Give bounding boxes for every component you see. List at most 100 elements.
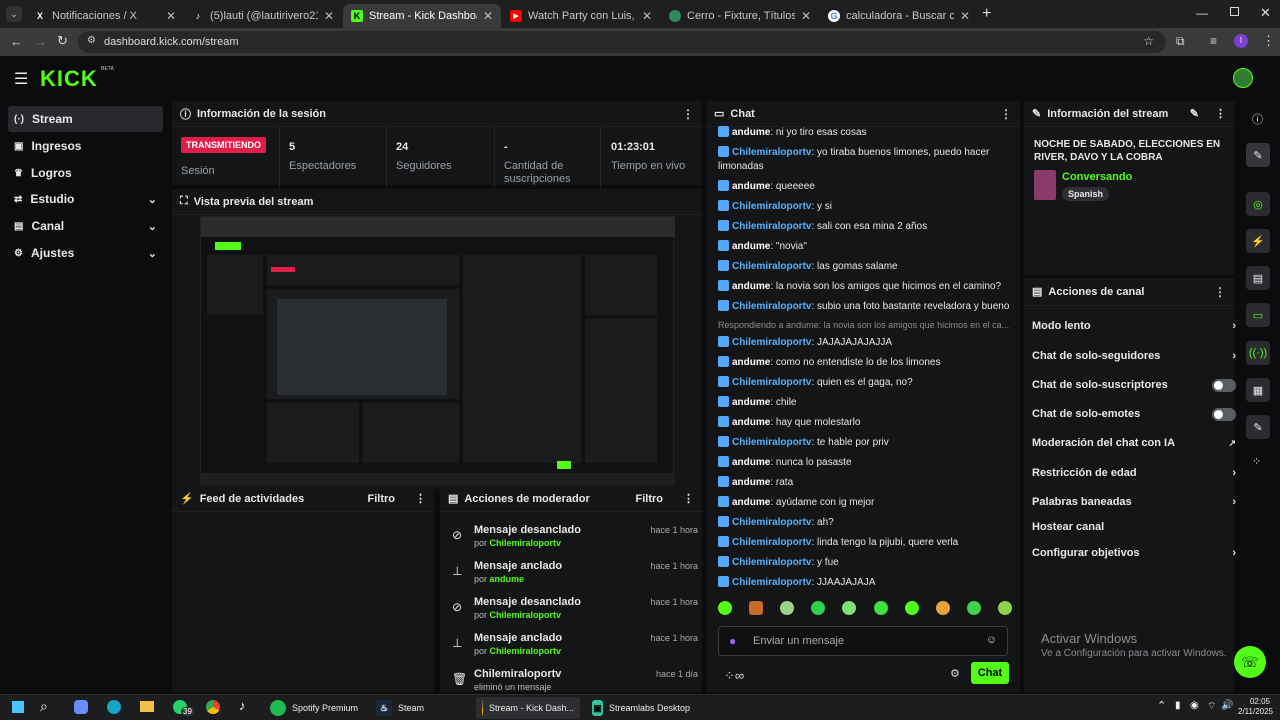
clock[interactable]: 02:05 2/11/2025 (1238, 697, 1273, 717)
chat-username[interactable]: Chilemiraloportv (732, 201, 811, 212)
emote-icon[interactable] (718, 601, 732, 615)
support-chat-button[interactable]: ☏ (1234, 646, 1266, 678)
more-options-icon[interactable]: ⋮ (682, 107, 694, 121)
edit-icon[interactable]: ✎ (1190, 107, 1199, 120)
microphone-icon[interactable]: ● (729, 634, 736, 648)
chat-username[interactable]: andume (732, 477, 770, 488)
chat-username[interactable]: andume (732, 181, 770, 192)
camera-icon[interactable]: ◎ (1246, 192, 1270, 216)
tab-tiktok[interactable]: ♪ (5)lauti (@lautirivero21) | TikTok ✕ (184, 4, 342, 28)
network-icon[interactable]: ◉ (1190, 700, 1199, 711)
chat-username[interactable]: andume (732, 497, 770, 508)
chat-username[interactable]: Chilemiraloportv (732, 261, 811, 272)
chat-username[interactable]: Chilemiraloportv (732, 577, 811, 588)
close-tab-icon[interactable]: ✕ (960, 9, 970, 23)
chat-settings-icon[interactable]: ⚙ (950, 667, 960, 680)
taskbar-app-spotify[interactable]: Spotify Premium (264, 697, 364, 719)
chat-username[interactable]: andume (732, 127, 770, 138)
emotes-only-toggle[interactable] (1212, 407, 1236, 421)
category-name[interactable]: Conversando (1062, 171, 1132, 183)
tab-search-button[interactable]: ⌄ (6, 6, 22, 22)
search-icon[interactable]: ⌕ (40, 698, 48, 715)
chat-username[interactable]: Chilemiraloportv (732, 337, 811, 348)
chat-bubble-icon[interactable]: ▭ (1246, 303, 1270, 327)
stream-video[interactable] (200, 216, 675, 485)
wrench-icon[interactable]: ✎ (1246, 415, 1270, 439)
emote-icon[interactable] (997, 601, 1012, 615)
site-info-icon[interactable]: ⚙ (87, 35, 96, 46)
taskbar-app-kick-dashboard[interactable]: Stream - Kick Dash... (476, 697, 580, 719)
taskbar-app-streamlabs[interactable]: ▣ Streamlabs Desktop (586, 697, 696, 719)
back-icon[interactable]: ← (10, 34, 23, 49)
mod-action-row[interactable]: ⊥ Mensaje anclado por andume hace 1 hora (448, 560, 698, 596)
chat-username[interactable]: Chilemiraloportv (732, 147, 811, 158)
mod-action-row[interactable]: ⊘ Mensaje desanclado por Chilemiraloport… (448, 596, 698, 632)
emote-icon[interactable] (935, 601, 950, 615)
minimize-icon[interactable]: — (1196, 6, 1208, 20)
tab-cerro[interactable]: Cerro - Fixture, Títulos y Plantel ✕ (661, 4, 819, 28)
filter-button[interactable]: Filtro (636, 493, 664, 505)
broadcast-icon[interactable]: ((·)) (1246, 341, 1270, 365)
chat-username[interactable]: andume (732, 457, 770, 468)
tab-notifications-x[interactable]: X Notificaciones / X ✕ (26, 4, 184, 28)
chat-send-button[interactable]: Chat (971, 662, 1009, 684)
tab-google-calculadora[interactable]: G calculadora - Buscar con Google ✕ (820, 4, 978, 28)
chrome-icon[interactable] (206, 700, 220, 714)
more-options-icon[interactable]: ⋮ (415, 492, 426, 505)
action-user[interactable]: andume (490, 574, 525, 584)
emote-icon[interactable] (811, 601, 826, 615)
action-followers-only[interactable]: Chat de solo-seguidores › (1032, 345, 1236, 367)
forward-icon[interactable]: → (34, 34, 47, 49)
chat-username[interactable]: Chilemiraloportv (732, 537, 811, 548)
close-window-icon[interactable]: ✕ (1260, 5, 1271, 21)
edit-stream-button[interactable]: ✎ (1246, 143, 1270, 167)
chat-username[interactable]: andume (732, 357, 770, 368)
volume-icon[interactable]: 🔊 (1221, 700, 1233, 711)
taskbar-app-steam[interactable]: ♨ Steam (370, 697, 470, 719)
windows-start-icon[interactable] (12, 701, 24, 713)
bookmark-star-icon[interactable]: ☆ (1143, 34, 1154, 48)
sidebar-item-ingresos[interactable]: ▣ Ingresos (8, 133, 163, 159)
emoji-picker-icon[interactable]: ☺ (986, 634, 997, 646)
info-icon[interactable]: ⓘ (1252, 111, 1263, 127)
chat-username[interactable]: Chilemiraloportv (732, 221, 811, 232)
close-tab-icon[interactable]: ✕ (324, 9, 334, 23)
action-user[interactable]: Chilemiraloportv (490, 538, 562, 548)
more-options-icon[interactable]: ⋮ (683, 492, 694, 505)
mod-action-row[interactable]: ⊘ Mensaje desanclado por Chilemiraloport… (448, 524, 698, 560)
user-avatar[interactable] (1233, 68, 1253, 88)
close-tab-icon[interactable]: ✕ (801, 9, 811, 23)
subscribers-only-toggle[interactable] (1212, 378, 1236, 392)
media-icon[interactable]: ≡ (1210, 34, 1217, 48)
tab-kick-dashboard[interactable]: K Stream - Kick Dashboard ✕ (343, 4, 501, 28)
reload-icon[interactable]: ↻ (57, 33, 68, 49)
emote-icon[interactable] (842, 601, 857, 615)
infinity-icon[interactable]: ⁘∞ (724, 668, 744, 684)
close-tab-icon[interactable]: ✕ (642, 9, 652, 23)
action-ai-moderation[interactable]: Moderación del chat con IA ↗ (1032, 432, 1236, 454)
action-user[interactable]: Chilemiraloportv (490, 646, 562, 656)
more-options-icon[interactable]: ⋮ (1000, 107, 1012, 121)
chat-username[interactable]: Chilemiraloportv (732, 437, 811, 448)
edge-icon[interactable] (107, 700, 121, 714)
chat-username[interactable]: Chilemiraloportv (732, 377, 811, 388)
emote-icon[interactable] (780, 601, 795, 615)
browser-menu-icon[interactable]: ⋮ (1262, 33, 1275, 49)
dots-icon[interactable]: ⁘ (1252, 455, 1261, 468)
chat-username[interactable]: Chilemiraloportv (732, 517, 811, 528)
action-slow-mode[interactable]: Modo lento › (1032, 315, 1236, 337)
tiktok-icon[interactable]: ♪ (239, 698, 246, 713)
filter-button[interactable]: Filtro (368, 493, 396, 505)
sidebar-item-estudio[interactable]: ⇄ Estudio ⌄ (8, 186, 163, 212)
wifi-icon[interactable]: ⌔ (1207, 700, 1216, 713)
action-host-channel[interactable]: Hostear canal (1032, 516, 1236, 538)
mod-action-row[interactable]: 🗑 Chilemiraloportv eliminó un mensaje ha… (448, 668, 698, 692)
mod-action-row[interactable]: ⊥ Mensaje anclado por Chilemiraloportv h… (448, 632, 698, 668)
layout-icon[interactable]: ▦ (1246, 378, 1270, 402)
sidebar-item-canal[interactable]: ▤ Canal ⌄ (8, 213, 163, 239)
lightning-icon[interactable]: ⚡ (1246, 229, 1270, 253)
more-options-icon[interactable]: ⋮ (1214, 285, 1226, 299)
chat-username[interactable]: andume (732, 397, 770, 408)
tray-chevron-up-icon[interactable]: ⌃ (1157, 699, 1166, 712)
kick-logo[interactable]: KICK BETA (40, 66, 114, 92)
